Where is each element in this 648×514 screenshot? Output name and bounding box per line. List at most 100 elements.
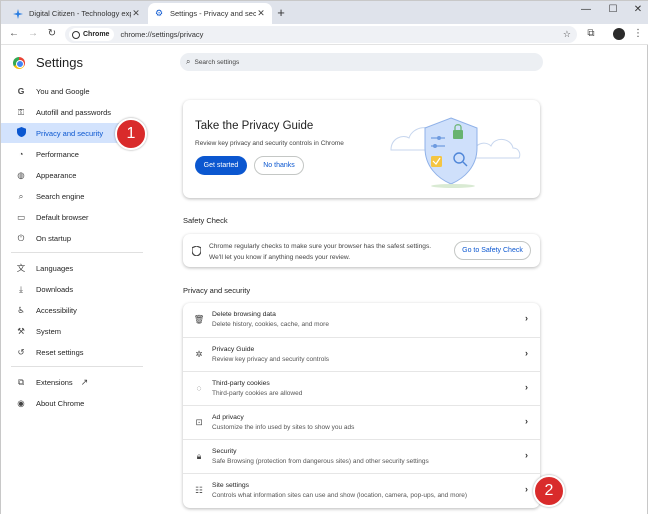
row-ad-privacy[interactable]: ⊡ Ad privacy Customize the info used by …: [183, 405, 540, 439]
back-arrow-icon[interactable]: ←: [7, 27, 21, 41]
chevron-right-icon: ›: [525, 416, 528, 426]
minimize-button[interactable]: —: [577, 4, 595, 15]
forward-arrow-icon[interactable]: →: [26, 27, 40, 41]
safety-check-line1: Chrome regularly checks to make sure you…: [209, 243, 432, 250]
sidebar-item-label: Search engine: [36, 191, 85, 201]
row-label: Privacy Guide: [212, 346, 255, 353]
cookie-icon: ◌: [196, 383, 202, 393]
key-icon: ⚿: [17, 106, 25, 117]
sidebar-divider: [11, 366, 143, 367]
url-text[interactable]: chrome://settings/privacy: [120, 30, 203, 39]
close-tab-icon[interactable]: ✕: [131, 8, 141, 19]
row-delete-browsing-data[interactable]: 🗑 Delete browsing data Delete history, c…: [183, 303, 540, 337]
row-label: Delete browsing data: [212, 311, 276, 318]
row-security[interactable]: 🔒︎ Security Safe Browsing (protection fr…: [183, 439, 540, 473]
tab-strip: Digital Citizen - Technology exp ✕ ⚙ Set…: [1, 1, 648, 24]
sidebar-item-appearance[interactable]: ◍ Appearance: [1, 165, 145, 185]
row-description: Customize the info used by sites to show…: [212, 424, 355, 431]
annotation-badge-2: 2: [533, 475, 565, 507]
new-tab-button[interactable]: +: [274, 5, 288, 20]
bookmark-star-icon[interactable]: ☆: [563, 29, 571, 40]
safety-check-line2: We'll let you know if anything needs you…: [209, 253, 351, 261]
shield-icon: [15, 127, 27, 139]
extensions-puzzle-icon[interactable]: ⧉: [584, 28, 598, 39]
privacy-guide-description: Review key privacy and security controls…: [195, 140, 344, 147]
lock-icon: 🔒︎: [196, 451, 202, 461]
browser-toolbar: ← → ↻ Chrome chrome://settings/privacy ☆…: [1, 24, 648, 45]
browser-window: Digital Citizen - Technology exp ✕ ⚙ Set…: [0, 0, 648, 514]
sidebar-item-label: Accessibility: [36, 305, 77, 315]
site-chip[interactable]: Chrome: [69, 28, 115, 41]
tab-settings[interactable]: ⚙ Settings - Privacy and security ✕: [148, 3, 272, 24]
row-privacy-guide[interactable]: ✲ Privacy Guide Review key privacy and s…: [183, 337, 540, 371]
page-title: Settings: [36, 55, 83, 70]
search-placeholder: Search settings: [194, 58, 240, 66]
settings-page: Settings ⌕ Search settings G You and Goo…: [1, 45, 647, 514]
sidebar-item-languages[interactable]: 文 Languages: [1, 258, 145, 278]
translate-icon: 文: [16, 263, 26, 273]
close-window-button[interactable]: ✕: [629, 4, 647, 15]
sidebar-item-extensions[interactable]: ⧉ Extensions ↗: [1, 372, 145, 392]
menu-kebab-icon[interactable]: ⋮: [631, 28, 645, 39]
safety-check-card: Chrome regularly checks to make sure you…: [183, 234, 540, 267]
puzzle-icon: ⧉: [17, 376, 25, 387]
address-bar[interactable]: Chrome chrome://settings/privacy ☆: [65, 26, 577, 43]
maximize-button[interactable]: ☐: [604, 4, 622, 15]
row-site-settings[interactable]: ☷ Site settings Controls what informatio…: [183, 473, 540, 507]
close-tab-icon[interactable]: ✕: [256, 8, 266, 19]
sidebar-item-about-chrome[interactable]: ◉ About Chrome: [1, 393, 145, 413]
sidebar-item-accessibility[interactable]: ♿ Accessibility: [1, 300, 145, 320]
ad-privacy-icon: ⊡: [195, 417, 203, 427]
sidebar-item-reset-settings[interactable]: ↺ Reset settings: [1, 342, 145, 362]
accessibility-icon: ♿: [17, 304, 25, 315]
tab-digital-citizen[interactable]: Digital Citizen - Technology exp ✕: [7, 3, 147, 24]
profile-avatar[interactable]: [613, 28, 625, 40]
google-g-icon: G: [17, 86, 25, 96]
reset-icon: ↺: [17, 346, 25, 357]
sidebar-item-label: Performance: [36, 149, 79, 159]
row-description: Controls what information sites can use …: [212, 492, 468, 499]
sidebar-item-label: Extensions: [36, 377, 73, 387]
row-description: Third-party cookies are allowed: [212, 390, 303, 397]
sidebar-item-search-engine[interactable]: ⌕ Search engine: [1, 186, 145, 206]
settings-header: Settings: [13, 55, 83, 70]
go-to-safety-check-button[interactable]: Go to Safety Check: [454, 241, 531, 260]
sidebar-item-label: Privacy and security: [36, 128, 104, 138]
get-started-button[interactable]: Get started: [195, 156, 247, 175]
privacy-guide-card: Take the Privacy Guide Review key privac…: [183, 100, 540, 198]
sidebar-item-label: Autofill and passwords: [36, 107, 112, 117]
privacy-section-heading: Privacy and security: [183, 286, 251, 295]
row-label: Site settings: [212, 482, 250, 489]
search-input[interactable]: ⌕ Search settings: [180, 53, 543, 71]
chevron-right-icon: ›: [525, 382, 528, 392]
reload-icon[interactable]: ↻: [45, 27, 59, 41]
sidebar-item-label: You and Google: [36, 86, 90, 96]
sidebar-item-label: Reset settings: [36, 347, 84, 357]
privacy-guide-illustration-icon: [390, 117, 521, 188]
speedometer-icon: ◔: [18, 149, 24, 159]
row-description: Review key privacy and security controls: [212, 356, 330, 363]
sidebar-item-system[interactable]: ⚒ System: [1, 321, 145, 341]
download-icon: ⤓: [19, 283, 23, 294]
chevron-right-icon: ›: [525, 484, 528, 494]
chrome-logo-icon: ◉: [17, 397, 25, 408]
search-icon: ⌕: [18, 190, 24, 201]
no-thanks-button[interactable]: No thanks: [254, 156, 304, 175]
sidebar-item-downloads[interactable]: ⤓ Downloads: [1, 279, 145, 299]
sidebar-item-you-and-google[interactable]: G You and Google: [1, 81, 145, 101]
digital-citizen-favicon-icon: [13, 8, 23, 19]
privacy-guide-icon: ✲: [195, 349, 203, 359]
sidebar-item-default-browser[interactable]: ▭ Default browser: [1, 207, 145, 227]
chevron-right-icon: ›: [525, 348, 528, 358]
shield-check-icon: [191, 245, 202, 258]
row-label: Ad privacy: [212, 414, 244, 421]
site-chip-label: Chrome: [83, 31, 110, 38]
trash-icon: 🗑: [193, 314, 205, 324]
sidebar-item-label: Appearance: [36, 170, 77, 180]
sidebar-item-label: About Chrome: [36, 398, 85, 408]
sidebar-item-label: Downloads: [36, 284, 74, 294]
row-third-party-cookies[interactable]: ◌ Third-party cookies Third-party cookie…: [183, 371, 540, 405]
safety-check-heading: Safety Check: [183, 216, 228, 225]
tab-title: Settings - Privacy and security: [170, 9, 256, 18]
sidebar-item-on-startup[interactable]: ⏻ On startup: [1, 228, 145, 248]
